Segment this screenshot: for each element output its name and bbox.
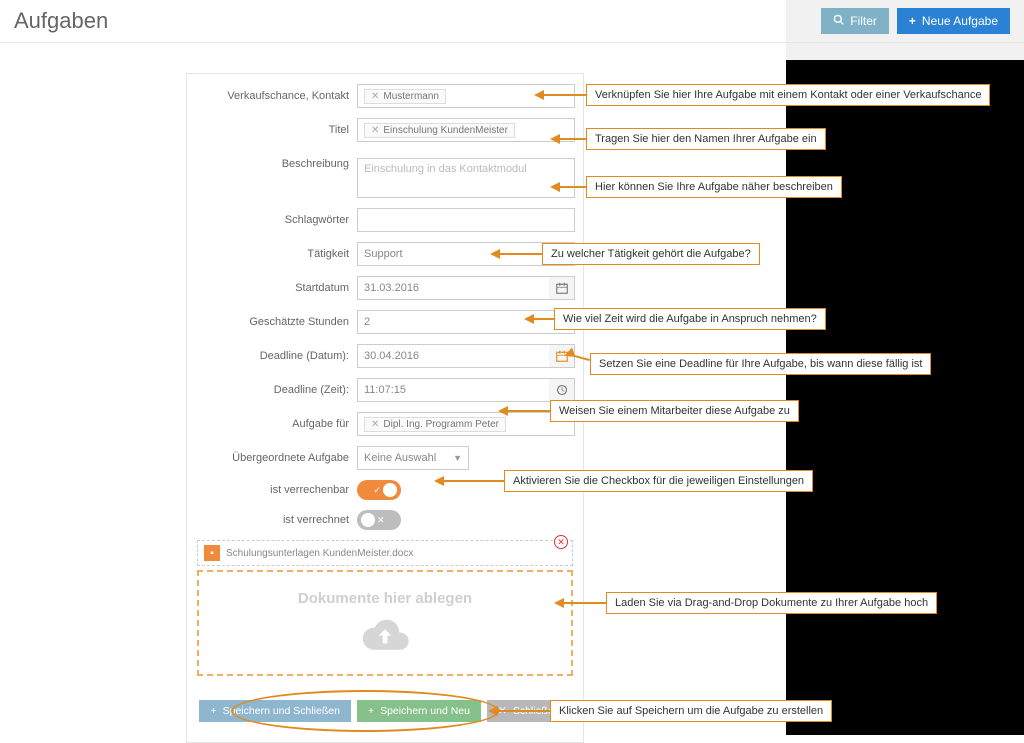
contact-tag[interactable]: ✕Mustermann <box>364 89 446 104</box>
label-activity: Tätigkeit <box>195 248 349 260</box>
top-header: Aufgaben Filter + Neue Aufgabe <box>0 0 1024 43</box>
callout-dropzone: Laden Sie via Drag-and-Drop Dokumente zu… <box>554 592 937 614</box>
close-icon[interactable]: ✕ <box>371 125 379 136</box>
callout-deadline: Setzen Sie eine Deadline für Ihre Aufgab… <box>564 353 931 375</box>
row-tags: Schlagwörter <box>195 208 575 232</box>
assignee-tag[interactable]: ✕Dipl. Ing. Programm Peter <box>364 417 506 432</box>
input-deadline-date[interactable]: 30.04.2016 <box>357 344 549 368</box>
label-start-date: Startdatum <box>195 282 349 294</box>
drop-zone[interactable]: Dokumente hier ablegen <box>197 570 573 676</box>
label-billable: ist verrechenbar <box>195 484 349 496</box>
dropdown-parent[interactable]: Keine Auswahl ▼ <box>357 446 469 470</box>
title-tag[interactable]: ✕Einschulung KundenMeister <box>364 123 515 138</box>
attached-file: ▪ Schulungsunterlagen KundenMeister.docx… <box>197 540 573 566</box>
new-task-button[interactable]: + Neue Aufgabe <box>897 8 1010 34</box>
input-deadline-time[interactable]: 11:07:15 <box>357 378 549 402</box>
filter-button[interactable]: Filter <box>821 8 889 34</box>
close-icon[interactable]: ✕ <box>371 419 379 430</box>
cloud-upload-icon <box>357 615 413 653</box>
input-tags[interactable] <box>357 208 575 232</box>
filter-button-label: Filter <box>850 14 877 28</box>
label-contact: Verkaufschance, Kontakt <box>195 90 349 102</box>
search-icon <box>833 14 844 28</box>
clock-icon[interactable] <box>549 378 575 402</box>
new-task-button-label: Neue Aufgabe <box>922 14 998 28</box>
right-black-bg <box>786 60 1024 735</box>
page-title: Aufgaben <box>14 8 108 34</box>
label-est-hours: Geschätzte Stunden <box>195 316 349 328</box>
label-deadline-time: Deadline (Zeit): <box>195 384 349 396</box>
input-start-date[interactable]: 31.03.2016 <box>357 276 549 300</box>
row-title: Titel ✕Einschulung KundenMeister <box>195 118 575 142</box>
row-deadline-date: Deadline (Datum): 30.04.2016 <box>195 344 575 368</box>
close-icon[interactable]: ✕ <box>371 91 379 102</box>
toggle-billable[interactable]: ✓ <box>357 480 401 500</box>
plus-icon: + <box>368 705 374 717</box>
attached-file-name: Schulungsunterlagen KundenMeister.docx <box>226 548 413 559</box>
toggle-billed[interactable]: ✕ <box>357 510 401 530</box>
plus-icon: + <box>210 705 216 717</box>
callout-contact: Verknüpfen Sie hier Ihre Aufgabe mit ein… <box>534 84 990 106</box>
file-icon: ▪ <box>204 545 220 561</box>
label-billed: ist verrechnet <box>195 514 349 526</box>
label-title: Titel <box>195 124 349 136</box>
label-tags: Schlagwörter <box>195 214 349 226</box>
textarea-description[interactable]: Einschulung in das Kontaktmodul <box>357 158 575 198</box>
save-new-button[interactable]: + Speichern und Neu <box>357 700 481 722</box>
row-contact: Verkaufschance, Kontakt ✕Mustermann <box>195 84 575 108</box>
row-description: Beschreibung Einschulung in das Kontaktm… <box>195 158 575 198</box>
callout-toggles: Aktivieren Sie die Checkbox für die jewe… <box>434 470 813 492</box>
callout-title: Tragen Sie hier den Namen Ihrer Aufgabe … <box>550 128 826 150</box>
label-parent: Übergeordnete Aufgabe <box>195 452 349 464</box>
label-description: Beschreibung <box>195 158 349 170</box>
callout-save: Klicken Sie auf Speichern um die Aufgabe… <box>488 700 832 722</box>
remove-file-button[interactable]: ✕ <box>554 535 568 549</box>
row-parent: Übergeordnete Aufgabe Keine Auswahl ▼ <box>195 446 575 470</box>
row-est-hours: Geschätzte Stunden 2 <box>195 310 575 334</box>
callout-description: Hier können Sie Ihre Aufgabe näher besch… <box>550 176 842 198</box>
callout-est-hours: Wie viel Zeit wird die Aufgabe in Anspru… <box>524 308 826 330</box>
save-close-button[interactable]: + Speichern und Schließen <box>199 700 350 722</box>
row-billed: ist verrechnet ✕ <box>195 510 575 530</box>
label-assignee: Aufgabe für <box>195 418 349 430</box>
input-title[interactable]: ✕Einschulung KundenMeister <box>357 118 575 142</box>
label-deadline-date: Deadline (Datum): <box>195 350 349 362</box>
chevron-down-icon: ▼ <box>453 453 462 463</box>
callout-activity: Zu welcher Tätigkeit gehört die Aufgabe? <box>490 243 760 265</box>
plus-icon: + <box>909 14 916 28</box>
calendar-icon[interactable] <box>549 276 575 300</box>
row-start-date: Startdatum 31.03.2016 <box>195 276 575 300</box>
callout-assignee: Weisen Sie einem Mitarbeiter diese Aufga… <box>498 400 799 422</box>
drop-zone-label: Dokumente hier ablegen <box>207 590 563 607</box>
row-deadline-time: Deadline (Zeit): 11:07:15 <box>195 378 575 402</box>
